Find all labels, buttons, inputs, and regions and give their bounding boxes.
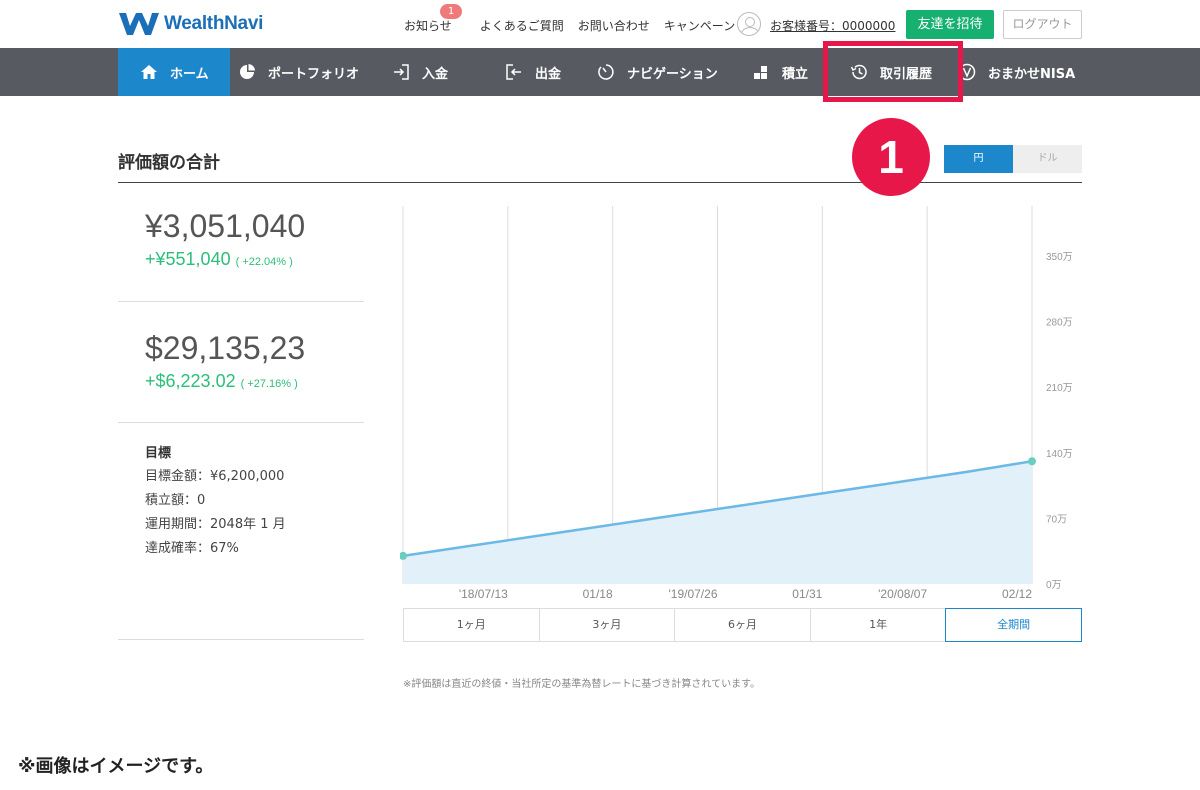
deposit-icon [392,63,410,81]
withdraw-icon [505,63,523,81]
logout-button[interactable]: ログアウト [1003,10,1082,39]
y-tick-label: 210万 [1046,383,1073,394]
currency-toggle: 円 ドル [944,145,1082,173]
news-link[interactable]: お知らせ 1 [404,4,466,34]
period-all[interactable]: 全期間 [945,608,1082,642]
period-tabs: 1ヶ月 3ヶ月 6ヶ月 1年 全期間 [403,608,1082,642]
goal-amount: 目標金額：¥6,200,000 [145,469,285,484]
image-caption: ※画像はイメージです。 [18,756,214,777]
valuation-footnote: ※評価額は直近の終値・当社所定の基準為替レートに基づき計算されています。 [403,679,761,690]
yen-gain: +¥551,040 ( +22.04% ) [145,249,293,270]
top-header: WealthNavi お知らせ 1 よくあるご質問 お問い合わせ キャンペーン … [0,0,1200,48]
x-tick-label: '20/08/07 [878,587,927,601]
nav-item-home[interactable]: ホーム [118,48,230,96]
nav-label-nisa: おまかせNISA [988,66,1076,82]
user-avatar-icon [737,12,761,36]
usd-gain: +$6,223.02 ( +27.16% ) [145,371,298,392]
y-tick-label: 280万 [1046,318,1073,329]
x-tick-label: '19/07/26 [668,587,717,601]
nav-item-nisa[interactable]: おまかせNISA [958,48,1075,96]
logo-text: WealthNavi [164,13,264,34]
y-tick-label: 0万 [1046,580,1062,591]
currency-yen-button[interactable]: 円 [944,145,1013,173]
home-icon [140,63,158,81]
top-links: お知らせ 1 よくあるご質問 お問い合わせ キャンペーン [404,4,749,34]
section-title: 評価額の合計 [118,153,220,173]
nav-label-navigation: ナビゲーション [627,66,718,82]
invite-friend-button[interactable]: 友達を招待 [906,10,994,39]
nav-label-home: ホーム [170,66,209,82]
summary-divider [118,422,364,423]
summary-divider [118,301,364,302]
usd-total-value: $29,135,23 [145,330,306,366]
pie-chart-icon [238,63,256,81]
notification-badge: 1 [440,4,462,19]
x-tick-label: 01/18 [583,587,613,601]
usd-gain-value: +$6,223.02 [145,371,236,391]
nav-label-portfolio: ポートフォリオ [268,66,360,82]
y-tick-label: 350万 [1046,252,1073,263]
goal-title: 目標 [145,446,172,461]
period-1month[interactable]: 1ヶ月 [404,609,540,641]
nav-item-navigation[interactable]: ナビゲーション [597,48,718,96]
x-tick-label: '18/07/13 [459,587,508,601]
usd-gain-pct: ( +27.16% ) [240,378,298,390]
wealthnavi-logo[interactable]: WealthNavi [118,9,263,39]
period-6month[interactable]: 6ヶ月 [675,609,811,641]
goal-period: 運用期間：2048年 1 月 [145,517,286,532]
nav-label-accumulation: 積立 [782,66,809,82]
x-tick-label: 01/31 [792,587,822,601]
valuation-chart: 0万 70万 140万 210万 280万 350万 '18/07/13 01/18 '19/0… [400,206,1073,601]
customer-number-link[interactable]: お客様番号：0000000 [770,17,895,34]
faq-link[interactable]: よくあるご質問 [480,17,564,34]
goal-probability: 達成確率：67% [145,541,239,556]
nav-item-withdraw[interactable]: 出金 [505,48,561,96]
campaign-link[interactable]: キャンペーン [664,17,735,34]
history-highlight-box [823,41,963,102]
logo-icon [119,13,159,35]
nav-item-portfolio[interactable]: ポートフォリオ [238,48,359,96]
summary-divider [118,639,364,640]
blocks-icon [752,63,770,81]
yen-gain-value: +¥551,040 [145,249,231,269]
news-link-label: お知らせ [404,19,452,33]
gauge-icon [597,63,615,81]
nav-label-deposit: 入金 [422,66,449,82]
period-1year[interactable]: 1年 [811,609,947,641]
nav-item-accumulation[interactable]: 積立 [752,48,808,96]
main-nav: ホーム ポートフォリオ 入金 出金 ナビゲーション 積立 取引履歴 おまかせNI… [0,48,1200,96]
x-tick-label: 02/12 [1002,587,1032,601]
nav-item-deposit[interactable]: 入金 [392,48,448,96]
y-tick-label: 140万 [1046,449,1073,460]
yen-total-value: ¥3,051,040 [145,208,306,244]
y-tick-label: 70万 [1046,514,1067,525]
currency-usd-button[interactable]: ドル [1013,145,1082,173]
nav-label-withdraw: 出金 [535,66,562,82]
contact-link[interactable]: お問い合わせ [578,17,650,34]
goal-monthly: 積立額：0 [145,493,206,508]
period-3month[interactable]: 3ヶ月 [540,609,676,641]
yen-gain-pct: ( +22.04% ) [235,256,293,268]
step-number-badge: 1 [852,118,930,196]
section-divider [118,182,1082,183]
chart-end-point [1028,457,1036,466]
